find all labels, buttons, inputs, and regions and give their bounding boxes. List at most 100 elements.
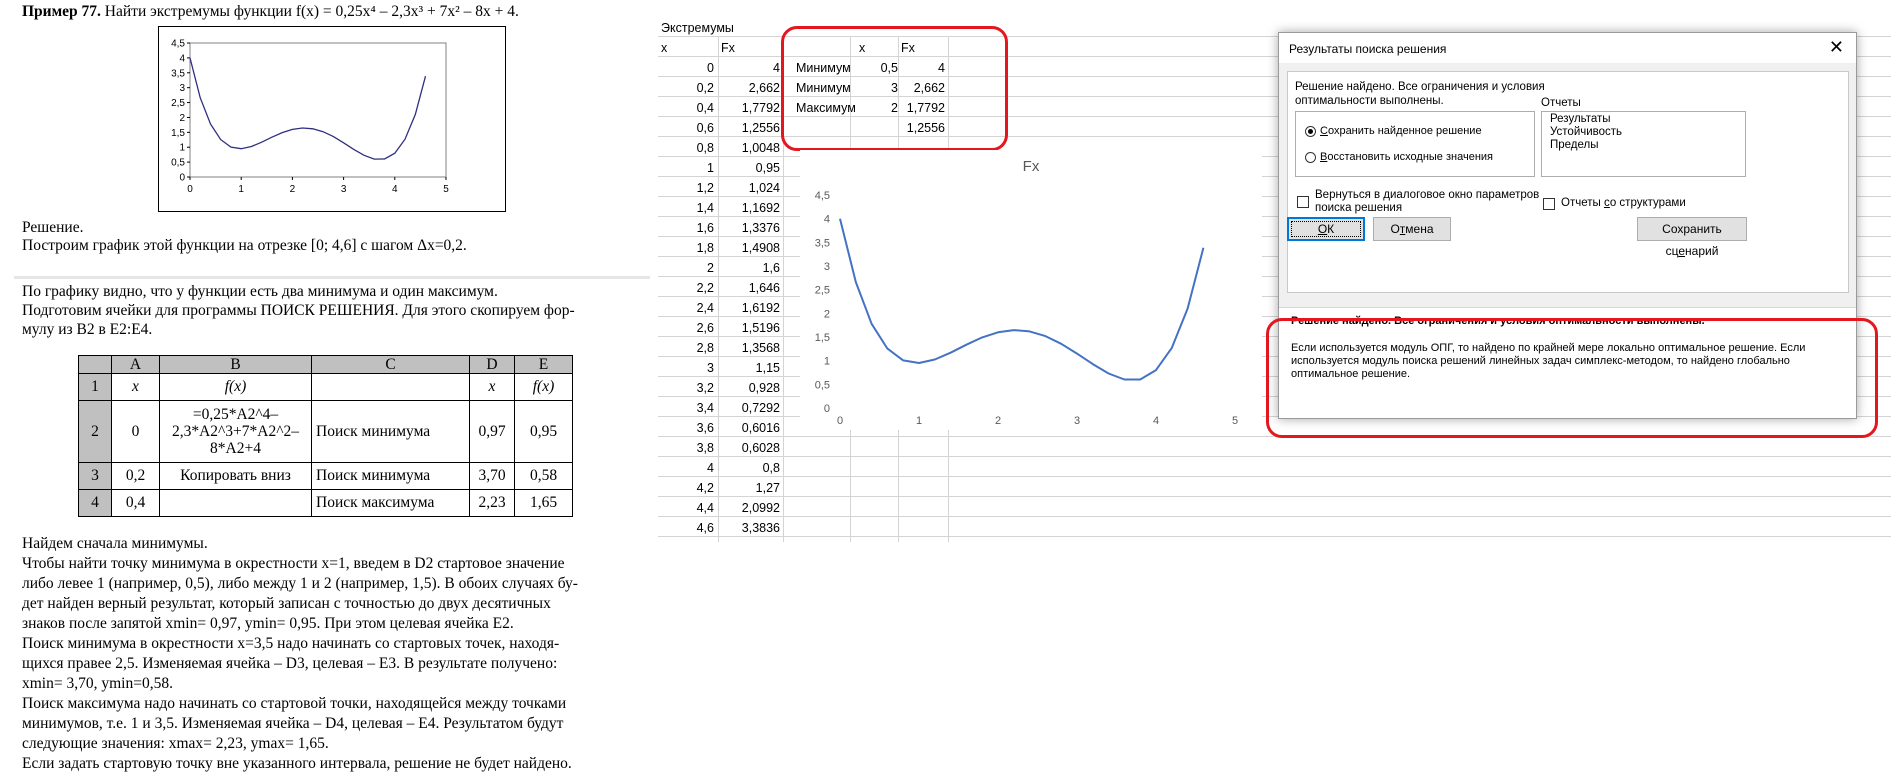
x-cell[interactable]: 4,6 [658, 518, 714, 538]
table-row: 4 0,4 Поиск максимума 2,23 1,65 [78, 489, 573, 517]
formula-cell: =0,25*A2^4– 2,3*A2^3+7*A2^2– 8*A2+4 [159, 400, 312, 463]
fx-cell[interactable]: 0,928 [718, 378, 780, 398]
fx-cell[interactable]: 1,0048 [718, 138, 780, 158]
x-tick-label: 3 [1074, 415, 1080, 427]
fx-cell[interactable]: 1,5196 [718, 318, 780, 338]
figure-x-tick: 5 [443, 184, 449, 195]
message-highlight [1266, 318, 1878, 438]
fx-cell[interactable]: 1,15 [718, 358, 780, 378]
fx-cell[interactable]: 1,27 [718, 478, 780, 498]
report-option[interactable]: Пределы [1550, 139, 1599, 151]
table-cell: Копировать вниз [159, 462, 312, 490]
x-cell[interactable]: 2,8 [658, 338, 714, 358]
checkbox-outline-label[interactable]: Отчеты со структурами [1561, 197, 1686, 209]
cell-text: f(x) [532, 378, 555, 395]
x-cell[interactable]: 4 [658, 458, 714, 478]
fx-cell[interactable]: 2,0992 [718, 498, 780, 518]
y-tick-label: 0,5 [815, 379, 830, 391]
x-cell[interactable]: 4,2 [658, 478, 714, 498]
x-cell[interactable]: 1,6 [658, 218, 714, 238]
radio-keep-label[interactable]: Сохранить найденное решение [1320, 125, 1482, 137]
radio-keep-solution[interactable] [1305, 126, 1316, 137]
x-cell[interactable]: 1,8 [658, 238, 714, 258]
checkbox-outline-reports[interactable] [1543, 198, 1555, 210]
table-cell: 0 [111, 400, 160, 463]
x-cell[interactable]: 3,8 [658, 438, 714, 458]
page-separator [14, 276, 650, 279]
x-cell[interactable]: 0,2 [658, 78, 714, 98]
excel-chart[interactable]: Fx 4,5 4 3,5 3 2,5 2 1,5 1 0,5 0 0 1 2 3 4 5 [800, 150, 1262, 430]
fx-cell[interactable]: 0,6016 [718, 418, 780, 438]
y-tick-label: 2,5 [815, 285, 830, 297]
fx-cell[interactable]: 0,7292 [718, 398, 780, 418]
x-cell[interactable]: 1,4 [658, 198, 714, 218]
x-cell[interactable]: 0,6 [658, 118, 714, 138]
x-cell[interactable]: 2,6 [658, 318, 714, 338]
fx-cell[interactable]: 1,7792 [718, 98, 780, 118]
x-cell[interactable]: 3 [658, 358, 714, 378]
cancel-button[interactable]: Отмена [1373, 217, 1451, 241]
x-cell[interactable]: 1,2 [658, 178, 714, 198]
table-cell: 0,2 [111, 462, 160, 490]
close-icon[interactable]: ✕ [1829, 37, 1844, 57]
x-cell[interactable]: 3,6 [658, 418, 714, 438]
fx-cell[interactable]: 2,662 [718, 78, 780, 98]
fx-cell[interactable]: 0,6028 [718, 438, 780, 458]
table-row: 3 0,2 Копировать вниз Поиск минимума 3,7… [78, 462, 573, 490]
y-tick-label: 0 [824, 403, 830, 415]
table-cell: 3,70 [469, 462, 515, 490]
formula-line: 2,3*A2^3+7*A2^2– [171, 423, 300, 440]
formula-line: =0,25*A2^4– [192, 406, 279, 423]
fx-cell[interactable]: 1,6 [718, 258, 780, 278]
fx-cell[interactable]: 0,8 [718, 458, 780, 478]
fx-cell[interactable]: 0,95 [718, 158, 780, 178]
x-cell[interactable]: 0 [658, 58, 714, 78]
sheet-title[interactable]: Экстремумы [661, 18, 734, 38]
x-cell[interactable]: 0,4 [658, 98, 714, 118]
table-col-header: B [159, 355, 312, 374]
example-task: Найти экстремумы функции f(x) = 0,25x⁴ –… [104, 3, 519, 20]
fx-cell[interactable]: 1,024 [718, 178, 780, 198]
fx-cell[interactable]: 1,3568 [718, 338, 780, 358]
column-header-fx[interactable]: Fx [721, 38, 735, 58]
x-cell[interactable]: 4,4 [658, 498, 714, 518]
fx-cell[interactable]: 1,6192 [718, 298, 780, 318]
report-option[interactable]: Устойчивость [1550, 126, 1622, 138]
fx-cell[interactable]: 4 [718, 58, 780, 78]
example-heading: Пример 77. Найти экстремумы функции f(x)… [22, 3, 519, 21]
report-option[interactable]: Результаты [1550, 113, 1611, 125]
extrema-highlight [781, 26, 1008, 151]
checkbox-return-label[interactable]: Вернуться в диалоговое окно параметров п… [1315, 189, 1539, 215]
x-cell[interactable]: 3,2 [658, 378, 714, 398]
x-cell[interactable]: 2 [658, 258, 714, 278]
fx-cell[interactable]: 1,2556 [718, 118, 780, 138]
table-cell: f(x) [159, 373, 312, 401]
save-scenario-button[interactable]: Сохранить сценарий [1637, 217, 1747, 258]
fx-cell[interactable]: 1,646 [718, 278, 780, 298]
x-tick-label: 1 [916, 415, 922, 427]
radio-restore-values[interactable] [1305, 152, 1316, 163]
fx-cell[interactable]: 1,4908 [718, 238, 780, 258]
dialog-titlebar[interactable]: Результаты поиска решения ✕ [1279, 33, 1856, 63]
radio-restore-label[interactable]: Восстановить исходные значения [1320, 151, 1493, 163]
para2-line: xmin= 3,70, ymin=0,58. [22, 675, 173, 692]
x-cell[interactable]: 2,2 [658, 278, 714, 298]
fx-cell[interactable]: 1,1692 [718, 198, 780, 218]
figure-curve [189, 57, 427, 160]
x-cell[interactable]: 0,8 [658, 138, 714, 158]
x-cell[interactable]: 3,4 [658, 398, 714, 418]
column-header-x[interactable]: x [661, 38, 667, 58]
fx-cell[interactable]: 3,3836 [718, 518, 780, 538]
x-cell[interactable]: 1 [658, 158, 714, 178]
fx-cell[interactable]: 1,3376 [718, 218, 780, 238]
x-cell[interactable]: 2,4 [658, 298, 714, 318]
reports-listbox[interactable]: Результаты Устойчивость Пределы [1541, 111, 1746, 177]
para2-line: дет найден верный результат, который зап… [22, 595, 551, 612]
mnemonic: С [1320, 125, 1328, 137]
para1-line: По графику видно, что у функции есть два… [22, 283, 498, 300]
ok-button[interactable]: ОК [1287, 217, 1365, 241]
table-row-number: 4 [78, 489, 112, 517]
figure-plot-frame [189, 42, 447, 178]
checkbox-return-to-params[interactable] [1297, 196, 1309, 208]
para1-line: Подготовим ячейки для программы ПОИСК РЕ… [22, 302, 575, 319]
